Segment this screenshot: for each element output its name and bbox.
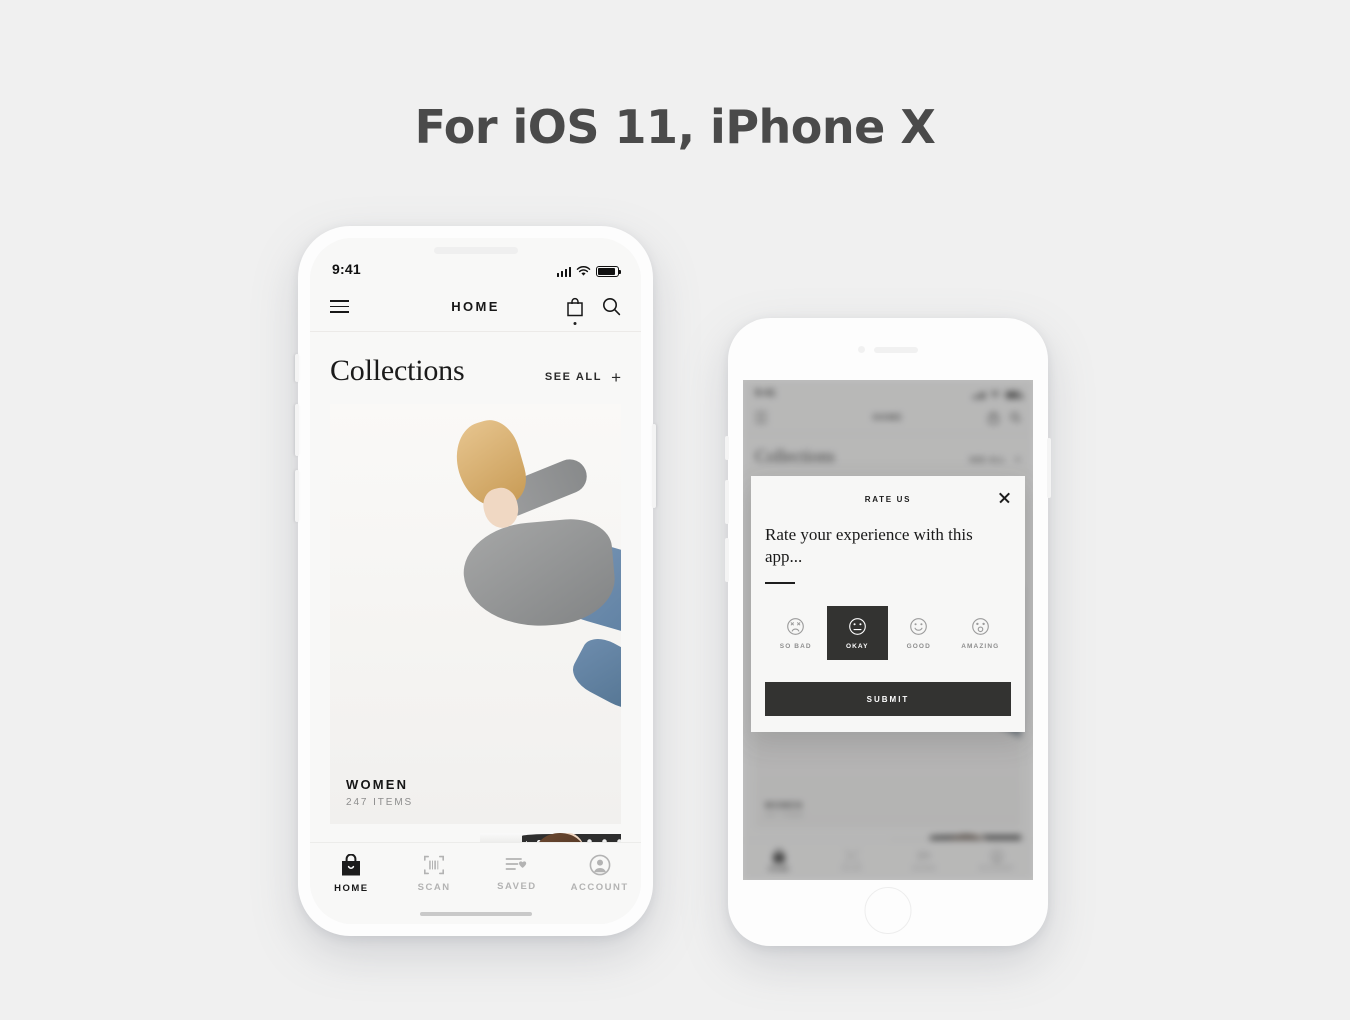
rating-options: SO BAD OKAY GOOD AMAZING — [765, 606, 1012, 661]
rating-option-so-bad[interactable]: SO BAD — [765, 606, 827, 660]
rating-option-amazing[interactable]: AMAZING — [950, 606, 1012, 660]
card-title: WOMEN — [346, 777, 409, 792]
bag-badge-dot — [573, 321, 577, 325]
rating-option-okay[interactable]: OKAY — [826, 606, 888, 661]
collections-section-header: Collections SEE ALL + — [310, 332, 641, 404]
volume-down-button[interactable] — [725, 538, 729, 582]
women-artwork — [330, 404, 621, 824]
status-bar: 9:41 — [310, 238, 641, 282]
face-excited-icon — [971, 618, 989, 636]
front-camera-icon — [858, 346, 865, 353]
plus-icon: + — [611, 367, 621, 387]
volume-down-button[interactable] — [295, 470, 299, 522]
silent-switch[interactable] — [295, 354, 299, 382]
tab-label: SAVED — [497, 881, 537, 892]
hamburger-menu-icon[interactable] — [330, 300, 349, 313]
new-ins-artwork — [480, 833, 621, 842]
modal-divider-rule — [765, 581, 795, 585]
iphone-x-screen: 9:41 HOME Collections SEE ALL + WOMEN 24… — [310, 238, 641, 924]
modal-title: RATE US — [864, 494, 912, 504]
rating-label: SO BAD — [779, 643, 812, 651]
bottom-tab-bar: HOME SCAN SAVED ACCOUNT — [310, 842, 641, 904]
nav-actions — [566, 297, 621, 325]
home-screen: 9:41 HOME Collections SEE ALL + WOMEN 24… — [310, 238, 641, 924]
home-button[interactable] — [864, 887, 912, 934]
submit-label: SUBMIT — [866, 694, 910, 704]
face-very-sad-icon — [787, 618, 805, 636]
tab-saved[interactable]: SAVED — [476, 855, 559, 892]
tab-scan[interactable]: SCAN — [393, 854, 476, 893]
page-section-title: Collections — [330, 354, 465, 387]
rate-us-modal: RATE US Rate your experience with this a… — [751, 476, 1025, 733]
earpiece-speaker — [433, 247, 518, 254]
modal-question: Rate your experience with this app... — [765, 525, 973, 567]
page-title: For iOS 11, iPhone X — [414, 100, 936, 154]
modal-header: RATE US — [765, 490, 1011, 508]
rating-label: GOOD — [906, 643, 931, 651]
iphone-x-device: 9:41 HOME Collections SEE ALL + WOMEN 24… — [295, 226, 656, 936]
collections-grid: WOMEN 247 ITEMS MEN 112 — [310, 404, 641, 842]
volume-up-button[interactable] — [725, 480, 729, 524]
tab-home[interactable]: HOME — [310, 853, 393, 894]
see-all-button[interactable]: SEE ALL + — [545, 369, 621, 386]
close-icon[interactable] — [997, 491, 1011, 505]
search-icon[interactable] — [602, 297, 621, 316]
see-all-label: SEE ALL — [544, 371, 603, 383]
card-item-count: 247 ITEMS — [346, 797, 414, 808]
iphone-8-device: 9:41 HOME Collections SEE ALL + WOMEN 24… — [725, 318, 1051, 946]
shopping-bag-icon[interactable] — [566, 297, 584, 325]
submit-button[interactable]: SUBMIT — [765, 682, 1011, 717]
collection-card-new-ins[interactable]: NEW-INS 23 ITEMS — [480, 833, 621, 842]
rating-option-good[interactable]: GOOD — [888, 606, 950, 660]
face-neutral-icon — [848, 618, 866, 636]
navigation-bar: HOME — [310, 282, 641, 332]
collection-card-women[interactable]: WOMEN 247 ITEMS — [330, 404, 621, 824]
status-indicators — [556, 266, 622, 277]
status-time: 9:41 — [332, 261, 361, 277]
list-heart-icon — [505, 858, 527, 870]
account-circle-icon — [589, 854, 611, 876]
earpiece-speaker — [874, 346, 918, 353]
tab-label: HOME — [334, 882, 369, 894]
tab-label: ACCOUNT — [570, 882, 629, 893]
rating-label: OKAY — [845, 643, 869, 651]
barcode-scan-icon — [424, 855, 445, 875]
power-button[interactable] — [652, 424, 656, 508]
silent-switch[interactable] — [725, 436, 729, 460]
shopping-bag-icon — [342, 853, 361, 875]
front-camera-row — [728, 346, 1048, 353]
battery-icon — [596, 266, 622, 277]
tab-account[interactable]: ACCOUNT — [558, 854, 641, 893]
wifi-icon — [576, 266, 591, 276]
rating-label: AMAZING — [961, 643, 1000, 651]
tab-label: SCAN — [417, 882, 451, 893]
face-smile-icon — [910, 618, 928, 636]
home-indicator[interactable] — [310, 904, 641, 924]
volume-up-button[interactable] — [295, 404, 299, 456]
iphone-8-screen: 9:41 HOME Collections SEE ALL + WOMEN 24… — [743, 380, 1033, 880]
power-button[interactable] — [1047, 438, 1051, 498]
cellular-signal-icon — [556, 266, 571, 277]
